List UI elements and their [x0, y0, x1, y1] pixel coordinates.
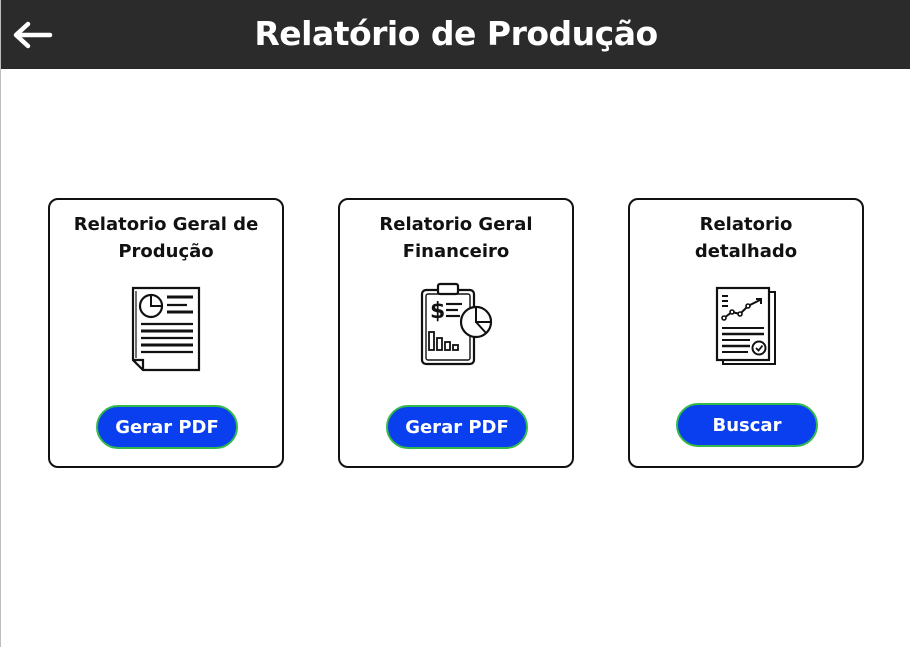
card-title: Relatorio Geral de Produção: [73, 214, 259, 262]
top-bar: Relatório de Produção: [1, 0, 910, 69]
card-general-production-report: Relatorio Geral de Produção Gerar PDF: [48, 198, 284, 468]
card-title: Relatorio Geral Financeiro: [379, 214, 533, 262]
report-document-icon: [131, 286, 201, 372]
generate-pdf-button[interactable]: Gerar PDF: [386, 405, 528, 449]
back-button[interactable]: [11, 20, 53, 50]
financial-clipboard-icon: $: [420, 282, 493, 366]
arrow-left-icon: [13, 21, 53, 49]
card-detailed-report: Relatorio detalhado Buscar: [628, 198, 864, 468]
page-title: Relatório de Produção: [254, 14, 658, 53]
card-title: Relatorio detalhado: [694, 214, 798, 262]
search-button[interactable]: Buscar: [676, 403, 818, 447]
generate-pdf-button[interactable]: Gerar PDF: [96, 405, 238, 449]
svg-text:$: $: [430, 299, 445, 324]
detailed-chart-report-icon: [715, 286, 776, 365]
app-screen: Relatório de Produção Relatorio Geral de…: [0, 0, 910, 647]
card-financial-report: Relatorio Geral Financeiro $ Gerar PDF: [338, 198, 574, 468]
